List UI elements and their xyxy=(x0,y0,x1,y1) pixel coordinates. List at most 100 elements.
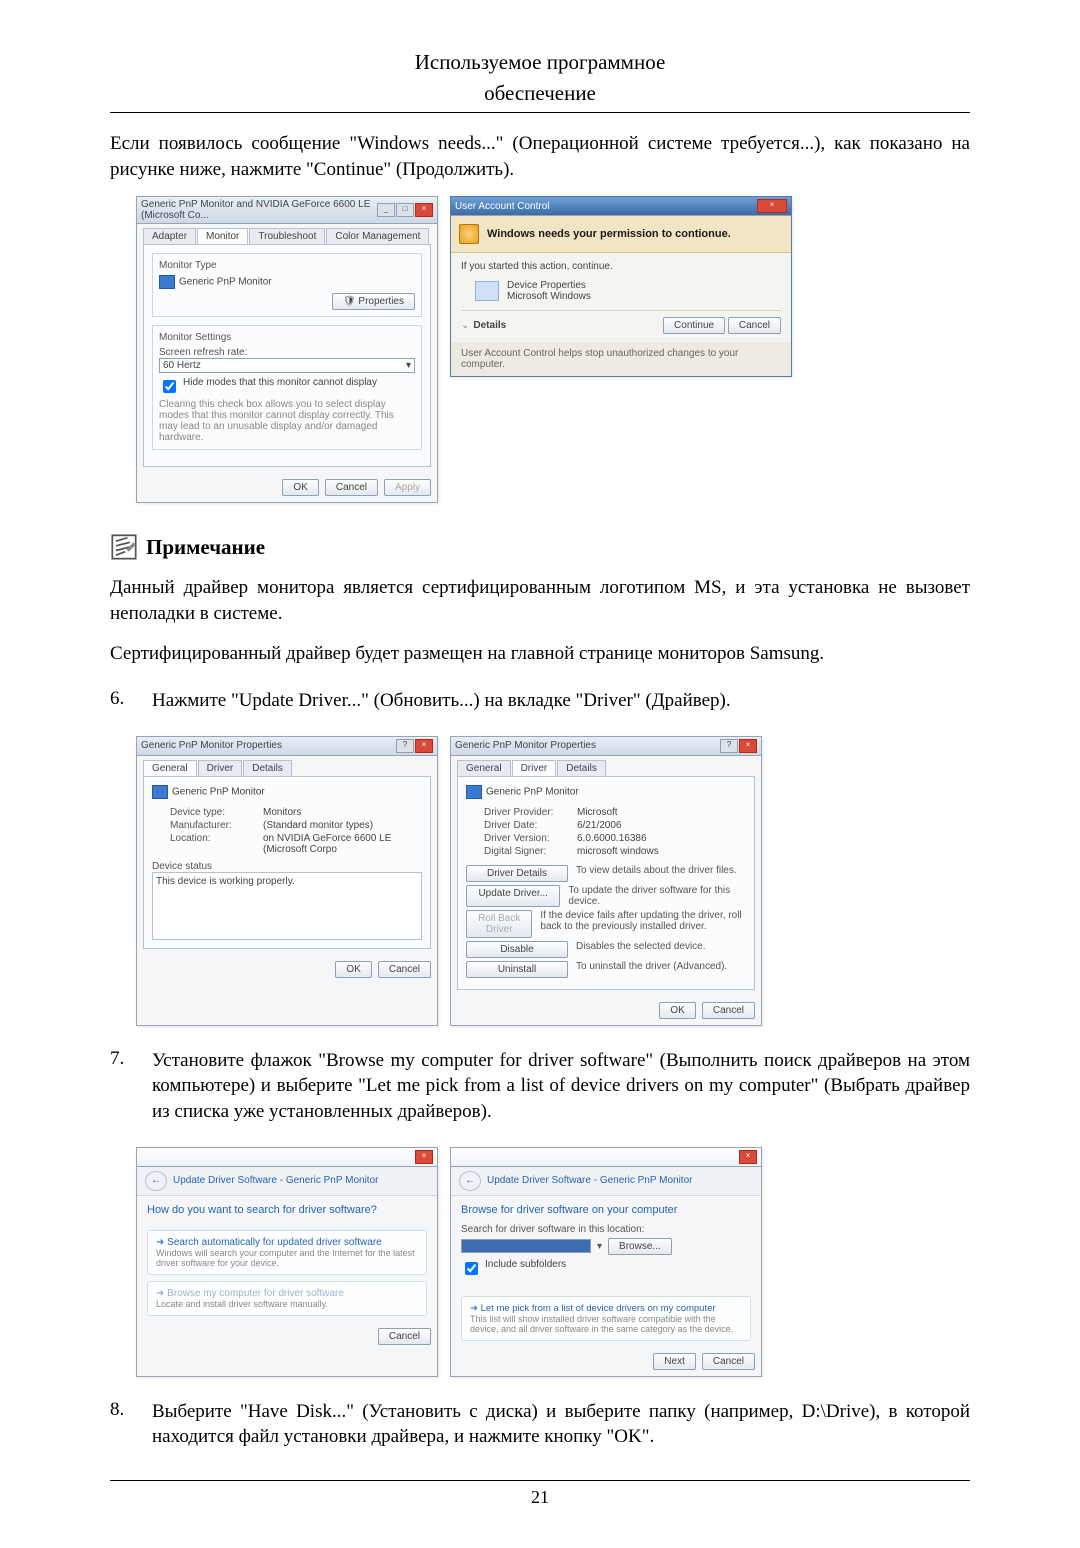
back-icon[interactable]: ← xyxy=(145,1171,167,1191)
tab-adapter[interactable]: Adapter xyxy=(143,228,196,244)
search-location-label: Search for driver software in this locat… xyxy=(461,1224,751,1235)
rollback-driver-button[interactable]: Roll Back Driver xyxy=(466,910,532,938)
chevron-down-icon[interactable]: ⌄ xyxy=(461,320,469,331)
figure-row-2: Generic PnP Monitor Properties ?× Genera… xyxy=(136,736,964,1026)
properties-general-window: Generic PnP Monitor Properties ?× Genera… xyxy=(136,736,438,1026)
device-properties-icon xyxy=(475,281,499,301)
page-number: 21 xyxy=(110,1487,970,1508)
next-button[interactable]: Next xyxy=(653,1353,696,1370)
cancel-button[interactable]: Cancel xyxy=(728,317,781,334)
uac-app-name: Device Properties xyxy=(507,280,591,291)
tab-details[interactable]: Details xyxy=(243,760,292,776)
tab-general[interactable]: General xyxy=(143,760,197,776)
note-heading: Примечание xyxy=(110,533,970,561)
apply-button[interactable]: Apply xyxy=(384,479,431,496)
back-icon[interactable]: ← xyxy=(459,1171,481,1191)
uac-footer-text: User Account Control helps stop unauthor… xyxy=(451,342,791,376)
driver-version-value: 6.0.6000.16386 xyxy=(577,833,647,844)
uninstall-button[interactable]: Uninstall xyxy=(466,961,568,978)
disable-button[interactable]: Disable xyxy=(466,941,568,958)
driver-date-key: Driver Date: xyxy=(484,820,569,831)
location-value: on NVIDIA GeForce 6600 LE (Microsoft Cor… xyxy=(263,833,422,855)
driver-date-value: 6/21/2006 xyxy=(577,820,622,831)
monitor-icon xyxy=(466,785,482,799)
update-driver-search-window: × ← Update Driver Software - Generic PnP… xyxy=(136,1147,438,1377)
uninstall-desc: To uninstall the driver (Advanced). xyxy=(576,961,727,978)
wizard-heading: Browse for driver software on your compu… xyxy=(451,1196,761,1224)
note-paragraph-1: Данный драйвер монитора является сертифи… xyxy=(110,575,970,626)
help-icon[interactable]: ? xyxy=(396,739,414,753)
monitor-window-title: Generic PnP Monitor and NVIDIA GeForce 6… xyxy=(141,199,377,221)
properties-driver-window: Generic PnP Monitor Properties ?× Genera… xyxy=(450,736,762,1026)
uac-details-toggle[interactable]: Details xyxy=(473,320,506,331)
step-8-text: Выберите "Have Disk..." (Установить с ди… xyxy=(152,1399,970,1450)
tab-details[interactable]: Details xyxy=(557,760,606,776)
wizard-title: Update Driver Software - Generic PnP Mon… xyxy=(173,1175,378,1186)
close-icon[interactable]: × xyxy=(739,1150,757,1164)
window-title: Generic PnP Monitor Properties xyxy=(141,740,282,751)
update-driver-browse-window: × ← Update Driver Software - Generic PnP… xyxy=(450,1147,762,1377)
rollback-driver-desc: If the device fails after updating the d… xyxy=(540,910,746,938)
uac-app-publisher: Microsoft Windows xyxy=(507,291,591,302)
uac-title: User Account Control xyxy=(455,201,550,212)
tab-driver[interactable]: Driver xyxy=(198,760,243,776)
close-icon[interactable]: × xyxy=(757,199,787,213)
disable-desc: Disables the selected device. xyxy=(576,941,706,958)
option-search-auto[interactable]: ➜ Search automatically for updated drive… xyxy=(147,1230,427,1275)
window-title: Generic PnP Monitor Properties xyxy=(455,740,596,751)
option-search-auto-desc: Windows will search your computer and th… xyxy=(156,1248,418,1268)
manufacturer-value: (Standard monitor types) xyxy=(263,820,373,831)
cancel-button[interactable]: Cancel xyxy=(325,479,378,496)
update-driver-button[interactable]: Update Driver... xyxy=(466,885,560,907)
shield-icon xyxy=(459,224,479,244)
hide-modes-label: Hide modes that this monitor cannot disp… xyxy=(183,377,377,388)
ok-button[interactable]: OK xyxy=(335,961,371,978)
chevron-down-icon: ▾ xyxy=(406,360,411,371)
device-type-value: Monitors xyxy=(263,807,301,818)
driver-provider-key: Driver Provider: xyxy=(484,807,569,818)
cancel-button[interactable]: Cancel xyxy=(702,1353,755,1370)
tab-monitor[interactable]: Monitor xyxy=(197,228,248,244)
option-browse-computer-desc: Locate and install driver software manua… xyxy=(156,1299,418,1309)
ok-button[interactable]: OK xyxy=(659,1002,695,1019)
hide-modes-checkbox[interactable] xyxy=(163,380,176,393)
device-name: Generic PnP Monitor xyxy=(172,786,265,797)
note-paragraph-2: Сертифицированный драйвер будет размещен… xyxy=(110,641,970,667)
properties-button[interactable]: 🛡 Properties xyxy=(332,293,415,310)
tab-troubleshoot[interactable]: Troubleshoot xyxy=(249,228,325,244)
monitor-properties-window: Generic PnP Monitor and NVIDIA GeForce 6… xyxy=(136,196,438,503)
path-input[interactable] xyxy=(461,1239,591,1253)
close-icon[interactable]: × xyxy=(415,739,433,753)
help-icon[interactable]: ? xyxy=(720,739,738,753)
note-icon xyxy=(110,533,138,561)
refresh-rate-select[interactable]: 60 Hertz▾ xyxy=(159,358,415,373)
monitor-icon xyxy=(159,275,175,289)
monitor-type-label: Monitor Type xyxy=(159,260,415,271)
paragraph-1: Если появилось сообщение "Windows needs.… xyxy=(110,131,970,182)
close-icon[interactable]: × xyxy=(415,203,433,217)
monitor-name: Generic PnP Monitor xyxy=(179,277,272,288)
cancel-button[interactable]: Cancel xyxy=(378,1328,431,1345)
device-status-header: Device status xyxy=(152,861,422,872)
cancel-button[interactable]: Cancel xyxy=(702,1002,755,1019)
tab-color-management[interactable]: Color Management xyxy=(326,228,429,244)
step-7-text: Установите флажок "Browse my computer fo… xyxy=(152,1048,970,1125)
close-icon[interactable]: × xyxy=(739,739,757,753)
step-8-number: 8. xyxy=(110,1399,134,1450)
step-6-number: 6. xyxy=(110,688,134,714)
device-type-key: Device type: xyxy=(170,807,255,818)
close-icon[interactable]: × xyxy=(415,1150,433,1164)
browse-button[interactable]: Browse... xyxy=(608,1238,672,1255)
tab-general[interactable]: General xyxy=(457,760,511,776)
driver-details-button[interactable]: Driver Details xyxy=(466,865,568,882)
include-subfolders-checkbox[interactable] xyxy=(465,1262,478,1275)
maximize-icon[interactable]: □ xyxy=(396,203,414,217)
minimize-icon[interactable]: _ xyxy=(377,203,395,217)
cancel-button[interactable]: Cancel xyxy=(378,961,431,978)
continue-button[interactable]: Continue xyxy=(663,317,725,334)
option-browse-computer[interactable]: ➜ Browse my computer for driver software… xyxy=(147,1281,427,1316)
device-name: Generic PnP Monitor xyxy=(486,786,579,797)
option-let-me-pick[interactable]: ➜ Let me pick from a list of device driv… xyxy=(461,1296,751,1341)
ok-button[interactable]: OK xyxy=(282,479,318,496)
tab-driver[interactable]: Driver xyxy=(512,760,557,776)
